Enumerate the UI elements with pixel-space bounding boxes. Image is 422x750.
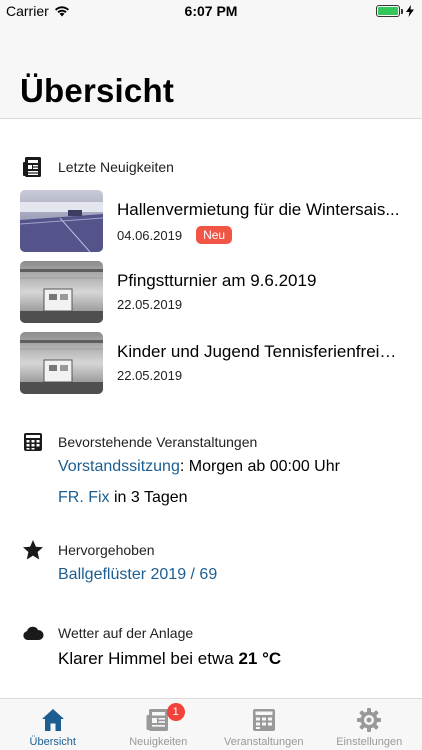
event-row: FR. Fix in 3 Tagen [58, 489, 188, 507]
news-date: 22.05.2019 [117, 368, 183, 383]
weather-temperature: 21 °C [238, 649, 282, 668]
tab-label: Übersicht [29, 736, 76, 748]
weather-description: Klarer Himmel bei etwa [58, 649, 234, 668]
page-title: Übersicht [20, 72, 175, 109]
news-section-header: Letzte Neuigkeiten [22, 156, 174, 178]
weather-section-title: Wetter auf der Anlage [58, 625, 194, 641]
tab-settings[interactable]: Einstellungen [317, 699, 422, 750]
featured-section-title: Hervorgehoben [58, 542, 155, 558]
tab-news[interactable]: 1 Neuigkeiten [106, 699, 212, 750]
battery-indicator [376, 5, 414, 17]
event-time: Morgen ab 00:00 Uhr [184, 458, 340, 475]
news-title: Hallenvermietung für die Wintersais... [117, 200, 400, 219]
news-item[interactable]: Hallenvermietung für die Wintersais... 0… [20, 190, 410, 252]
clock: 6:07 PM [184, 3, 238, 19]
news-date: 04.06.2019 [117, 227, 183, 243]
weather-row: Klarer Himmel bei etwa 21 °C [58, 649, 281, 669]
news-thumbnail [20, 332, 103, 394]
news-thumbnail [20, 190, 103, 252]
star-icon [23, 540, 43, 560]
news-date: 22.05.2019 [117, 297, 183, 312]
gear-icon [357, 708, 382, 732]
news-item[interactable]: Pfingstturnier am 9.6.2019 22.05.2019 [20, 261, 410, 323]
tab-events[interactable]: Veranstaltungen [211, 699, 317, 750]
tab-overview[interactable]: Übersicht [0, 699, 106, 750]
events-section-header: Bevorstehende Veranstaltungen [22, 431, 257, 453]
notification-badge: 1 [166, 703, 185, 721]
featured-link[interactable]: Ballgeflüster 2019 / 69 [58, 566, 217, 583]
new-badge: Neu [196, 226, 233, 244]
status-bar: Carrier 6:07 PM [0, 0, 422, 22]
weather-section-header: Wetter auf der Anlage [22, 622, 193, 644]
tab-label: Einstellungen [336, 736, 403, 748]
calendar-icon [252, 709, 275, 731]
calendar-icon [24, 433, 42, 451]
featured-section-header: Hervorgehoben [22, 539, 155, 561]
navigation-header: Übersicht [0, 22, 422, 119]
event-row: Vorstandssitzung: Morgen ab 00:00 Uhr [58, 458, 340, 476]
newspaper-icon [23, 157, 41, 177]
battery-icon [376, 5, 400, 17]
tab-label: Veranstaltungen [223, 736, 304, 748]
home-icon [41, 709, 64, 731]
cloud-icon [23, 626, 44, 640]
news-title: Pfingstturnier am 9.6.2019 [117, 271, 317, 290]
news-section-title: Letzte Neuigkeiten [58, 159, 174, 175]
events-section-title: Bevorstehende Veranstaltungen [58, 434, 258, 450]
news-item[interactable]: Kinder und Jugend Tennisferienfreiz... 2… [20, 332, 410, 394]
charging-bolt-icon [406, 5, 414, 17]
featured-row: Ballgeflüster 2019 / 69 [58, 566, 217, 584]
event-link[interactable]: Vorstandssitzung [58, 458, 180, 475]
event-time: in 3 Tagen [109, 489, 188, 506]
tab-bar: Übersicht 1 Neuigkeiten Veranstaltungen [0, 698, 422, 750]
news-thumbnail [20, 261, 103, 323]
news-title: Kinder und Jugend Tennisferienfreiz... [117, 342, 402, 361]
tab-label: Neuigkeiten [129, 736, 188, 748]
event-link[interactable]: FR. Fix [58, 489, 110, 506]
